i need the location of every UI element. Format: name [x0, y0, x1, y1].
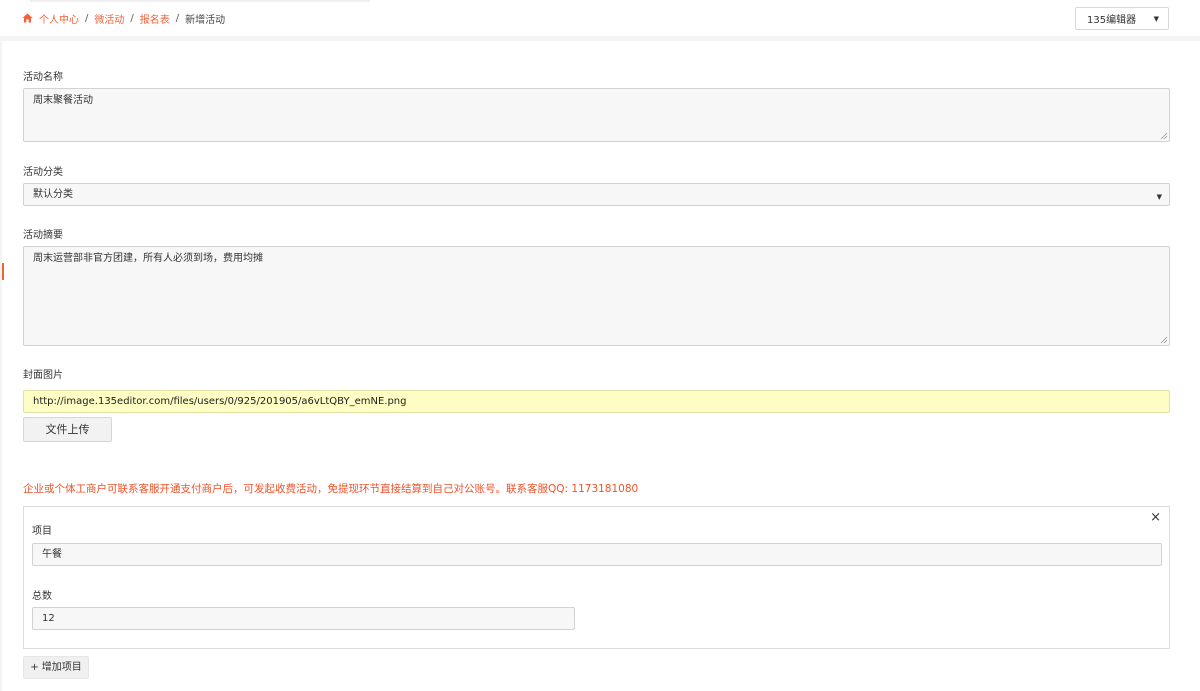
activity-name-textarea[interactable]: 周末聚餐活动 [23, 88, 1170, 142]
side-accent-marker [2, 263, 4, 280]
cover-image-label: 封面图片 [23, 370, 63, 381]
item-total-label: 总数 [32, 591, 52, 602]
editor-select-value: 135编辑器 [1087, 15, 1137, 26]
breadcrumb-separator: / [85, 12, 89, 24]
breadcrumb-separator: / [175, 12, 180, 24]
close-icon[interactable]: × [1150, 511, 1161, 525]
activity-name-value: 周末聚餐活动 [33, 95, 93, 106]
item-total-value: 12 [42, 613, 55, 624]
payment-notice-text: 企业或个体工商户可联系客服开通支付商户后，可发起收费活动，免提现环节直接结算到自… [23, 483, 639, 495]
item-project-label: 项目 [32, 526, 52, 537]
item-project-input[interactable]: 午餐 [32, 543, 1162, 566]
activity-summary-label: 活动摘要 [23, 230, 63, 241]
home-icon[interactable] [22, 13, 33, 23]
breadcrumb-micro-activity[interactable]: 微活动 [94, 11, 124, 26]
activity-summary-value: 周末运营部非官方团建，所有人必须到场，费用均摊 [33, 253, 263, 264]
breadcrumb-personal-center[interactable]: 个人中心 [39, 11, 79, 26]
caret-down-icon: ▼ [1153, 15, 1159, 23]
item-total-input[interactable]: 12 [32, 607, 575, 630]
breadcrumb-signup-form[interactable]: 报名表 [140, 11, 170, 26]
resize-grip-icon[interactable] [1160, 132, 1168, 140]
breadcrumb-current: 新增活动 [185, 14, 226, 26]
activity-category-label: 活动分类 [23, 167, 63, 178]
item-project-value: 午餐 [42, 549, 62, 560]
caret-down-icon: ▼ [1156, 193, 1162, 201]
resize-grip-icon[interactable] [1160, 336, 1168, 344]
cover-image-url-value: http://image.135editor.com/files/users/0… [33, 396, 407, 407]
activity-category-select[interactable]: 默认分类 ▼ [23, 183, 1170, 206]
cover-image-url-input[interactable]: http://image.135editor.com/files/users/0… [23, 390, 1170, 413]
breadcrumb-separator: / [130, 12, 134, 24]
topbar-shadow [30, 0, 370, 3]
add-item-button[interactable]: + 增加项目 [23, 656, 89, 679]
fee-item-box: × 项目 午餐 总数 12 [23, 506, 1170, 649]
activity-category-value: 默认分类 [33, 189, 73, 200]
activity-summary-textarea[interactable]: 周末运营部非官方团建，所有人必须到场，费用均摊 [23, 246, 1170, 346]
top-bar: 个人中心 / 微活动 / 报名表 / 新增活动 135编辑器 ▼ [0, 0, 1200, 36]
activity-name-label: 活动名称 [23, 72, 63, 83]
breadcrumb: 个人中心 / 微活动 / 报名表 / 新增活动 [22, 11, 226, 26]
editor-select[interactable]: 135编辑器 ▼ [1075, 7, 1169, 30]
form-panel: 活动名称 周末聚餐活动 活动分类 默认分类 ▼ 活动摘要 周末运营部非官方团建，… [2, 41, 1200, 691]
file-upload-button[interactable]: 文件上传 [23, 417, 112, 442]
